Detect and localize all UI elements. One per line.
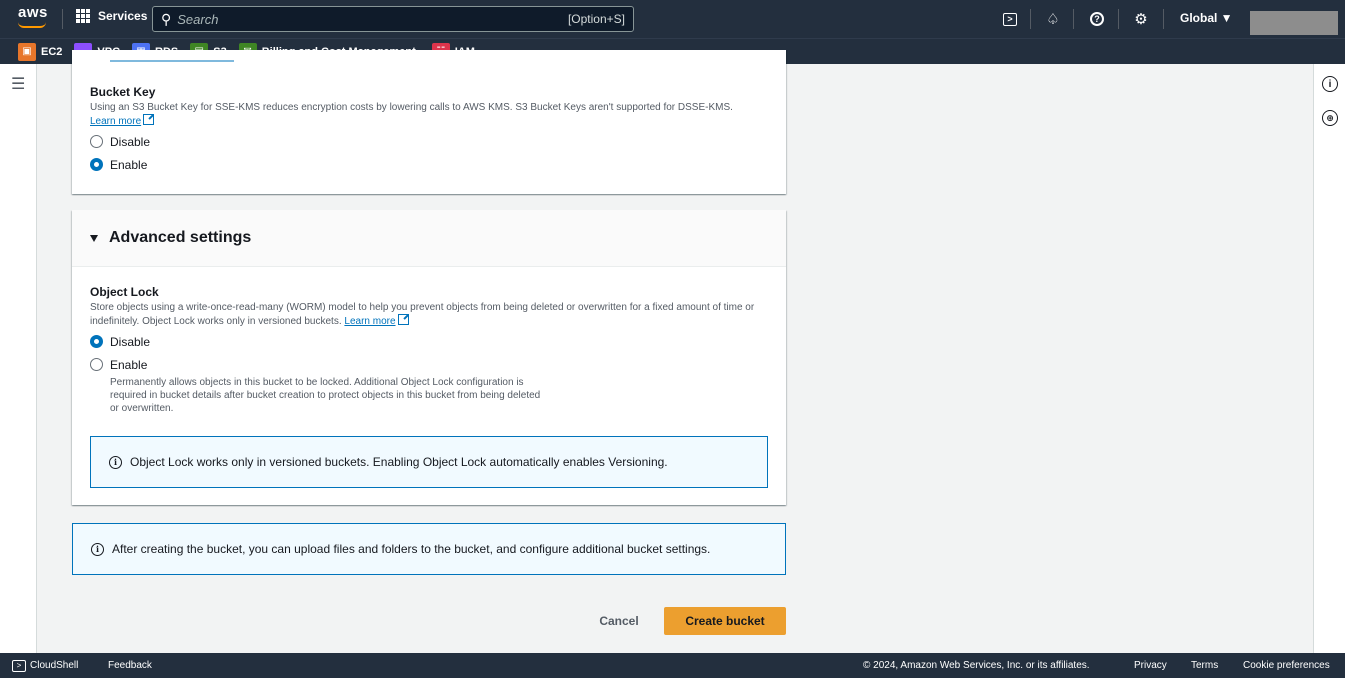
- object-lock-enable-option[interactable]: Enable: [90, 353, 760, 376]
- account-menu[interactable]: [1250, 11, 1338, 35]
- feedback-link[interactable]: Feedback: [108, 660, 152, 671]
- copyright-text: © 2024, Amazon Web Services, Inc. or its…: [863, 660, 1090, 671]
- radio-button[interactable]: [90, 358, 103, 371]
- advanced-settings-container: Advanced settings Object Lock Store obje…: [72, 210, 786, 505]
- terms-link[interactable]: Terms: [1191, 660, 1218, 671]
- scrolled-underline: [110, 60, 234, 62]
- left-navigation-rail: ☰: [0, 64, 37, 653]
- object-lock-disable-option[interactable]: Disable: [90, 330, 760, 353]
- search-box[interactable]: ⚲ [Option+S]: [152, 6, 634, 32]
- radio-button[interactable]: [90, 135, 103, 148]
- learn-more-link[interactable]: Learn more: [344, 316, 395, 327]
- favorite-label: EC2: [41, 45, 63, 58]
- external-link-icon: [397, 314, 409, 325]
- right-tools-rail: i ⊕: [1313, 64, 1345, 653]
- object-lock-description: Store objects using a write-once-read-ma…: [90, 302, 755, 327]
- bucket-key-enable-option[interactable]: Enable: [90, 153, 760, 176]
- divider: [1073, 9, 1074, 29]
- enable-description: Permanently allows objects in this bucke…: [110, 377, 541, 414]
- privacy-link[interactable]: Privacy: [1134, 660, 1167, 671]
- divider: [1030, 9, 1031, 29]
- learn-more-link[interactable]: Learn more: [90, 116, 141, 127]
- bucket-key-disable-option[interactable]: Disable: [90, 130, 760, 153]
- default-encryption-container: Bucket Key Using an S3 Bucket Key for SS…: [72, 50, 786, 194]
- top-navigation: aws Services ⚲ [Option+S] > ♤ ? ⚙ Global…: [0, 0, 1345, 38]
- favorite-ec2[interactable]: ▣ EC2: [18, 42, 63, 61]
- help-icon[interactable]: ?: [1086, 8, 1108, 30]
- info-icon: i: [109, 455, 122, 469]
- object-lock-info-alert: i Object Lock works only in versioned bu…: [90, 436, 768, 488]
- alert-text: Object Lock works only in versioned buck…: [130, 455, 668, 469]
- bucket-key-label: Bucket Key: [90, 85, 156, 99]
- info-icon[interactable]: i: [1322, 76, 1338, 92]
- bucket-key-description: Using an S3 Bucket Key for SSE-KMS reduc…: [90, 102, 733, 127]
- caret-down-icon: [90, 234, 98, 242]
- cookie-preferences-link[interactable]: Cookie preferences: [1243, 660, 1330, 671]
- ec2-icon: ▣: [18, 42, 36, 61]
- cloudshell-link[interactable]: > CloudShell: [12, 659, 78, 672]
- advanced-settings-title: Advanced settings: [109, 229, 252, 246]
- cloudshell-icon: >: [12, 659, 26, 672]
- grid-icon: [76, 9, 90, 23]
- radio-label: Disable: [110, 134, 151, 149]
- gear-icon[interactable]: ⚙: [1130, 8, 1152, 30]
- cloudshell-icon[interactable]: >: [999, 8, 1021, 30]
- search-shortcut: [Option+S]: [567, 12, 625, 26]
- external-link-icon: [143, 114, 155, 125]
- create-bucket-button[interactable]: Create bucket: [664, 607, 786, 635]
- footer: > CloudShell Feedback © 2024, Amazon Web…: [0, 653, 1345, 678]
- search-input[interactable]: [177, 11, 568, 27]
- radio-label: Disable: [110, 334, 151, 349]
- divider: [62, 9, 63, 29]
- post-create-info-alert: i After creating the bucket, you can upl…: [72, 523, 786, 575]
- cancel-button[interactable]: Cancel: [588, 607, 650, 635]
- radio-button-checked[interactable]: [90, 335, 103, 348]
- aws-logo[interactable]: aws: [18, 4, 48, 21]
- region-selector[interactable]: Global ▼: [1180, 11, 1233, 25]
- radio-label: Enable: [110, 157, 148, 172]
- menu-icon[interactable]: ☰: [11, 74, 25, 94]
- info-icon: i: [91, 542, 104, 556]
- services-menu-button[interactable]: Services: [76, 9, 147, 23]
- advanced-settings-header[interactable]: Advanced settings: [72, 210, 786, 267]
- radio-button-checked[interactable]: [90, 158, 103, 171]
- object-lock-label: Object Lock: [90, 285, 159, 299]
- services-label: Services: [98, 9, 148, 23]
- bell-icon[interactable]: ♤: [1042, 8, 1064, 30]
- divider: [1163, 9, 1164, 29]
- alert-text: After creating the bucket, you can uploa…: [112, 542, 711, 556]
- radio-label: Enable: [110, 357, 148, 372]
- aws-logo-smile: [18, 22, 46, 28]
- feedback-icon[interactable]: ⊕: [1322, 110, 1338, 126]
- divider: [1118, 9, 1119, 29]
- search-icon: ⚲: [161, 10, 172, 27]
